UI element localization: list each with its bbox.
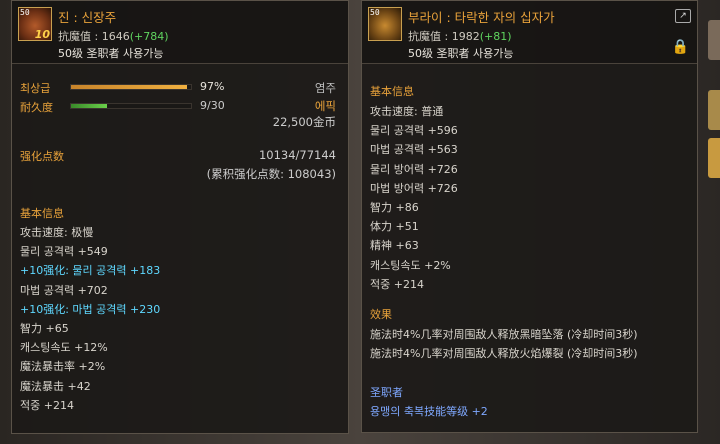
class-title: 圣职者 xyxy=(370,386,403,399)
stat-line: 마법 방어력 +726 xyxy=(370,181,458,195)
stat-line: 물리 공격력 +596 xyxy=(370,124,458,138)
stat-line: 적중 +214 xyxy=(370,277,424,291)
item-type: 염주 xyxy=(314,81,336,95)
resist-value: 抗魔值 : 1982(+81) xyxy=(408,30,512,43)
item-tooltip-right: 50 부라이 : 타락한 자의 십자가 抗魔值 : 1982(+81) 50级 … xyxy=(361,0,698,433)
item-name: 진 : 신장주 xyxy=(58,10,117,25)
effect-line: 施法时4%几率对周围敌人释放火焰爆裂 (冷却时间3秒) xyxy=(370,347,638,360)
stat-line: 智力 +86 xyxy=(370,201,419,214)
stat-line: +10强化: 마법 공격력 +230 xyxy=(20,302,161,316)
item-level: 50 xyxy=(370,8,380,17)
stat-line: 물리 공격력 +549 xyxy=(20,245,108,259)
class-skill: 용맹의 축복技能等级 +2 xyxy=(370,405,488,418)
stat-line: 攻击速度: 普通 xyxy=(370,105,444,118)
rarity: 에픽 xyxy=(314,99,336,113)
item-icon: 50 xyxy=(368,7,402,41)
item-tooltip-left: 50 10 진 : 신장주 抗魔值 : 1646(+784) 50级 圣职者 사… xyxy=(11,0,349,434)
basic-info-title: 基本信息 xyxy=(370,85,414,98)
side-tab-3[interactable] xyxy=(708,138,720,178)
tooltip-header: 50 10 진 : 신장주 抗魔值 : 1646(+784) 50级 圣职者 사… xyxy=(12,1,348,64)
enhance-level: 10 xyxy=(34,28,50,41)
stat-line: 魔法暴击 +42 xyxy=(20,379,91,393)
durability-bar xyxy=(70,103,192,109)
durability-fill xyxy=(71,104,107,108)
resist-value: 抗魔值 : 1646(+784) xyxy=(58,30,169,43)
enhance-label: 强化点数 xyxy=(20,150,64,163)
lock-icon[interactable]: 🔒 xyxy=(672,39,689,55)
item-icon: 50 10 xyxy=(18,7,52,41)
grade-value: 97% xyxy=(200,80,225,93)
stat-line: 캐스팅속도 +2% xyxy=(370,258,451,272)
stat-line: 精神 +63 xyxy=(370,239,419,253)
effect-line: 施法时4%几率对周围敌人释放黑暗坠落 (冷却时间3秒) xyxy=(370,328,638,341)
usable-class: 50级 圣职者 사용가능 xyxy=(408,47,514,60)
basic-info-title: 基本信息 xyxy=(20,207,64,220)
grade-label: 최상급 xyxy=(20,82,51,95)
side-tab-2[interactable] xyxy=(708,90,720,130)
usable-class: 50级 圣职者 사용가능 xyxy=(58,47,164,60)
durability-label: 耐久度 xyxy=(20,101,53,114)
share-icon[interactable]: ↗ xyxy=(675,9,691,23)
stat-line: 体力 +51 xyxy=(370,220,419,234)
effect-title: 效果 xyxy=(370,308,392,321)
grade-fill xyxy=(71,85,188,89)
stat-line: 물리 방어력 +726 xyxy=(370,162,458,176)
stat-line: 캐스팅속도 +12% xyxy=(20,341,108,355)
grade-bar xyxy=(70,84,192,90)
stat-line: 마법 공격력 +563 xyxy=(370,143,458,157)
side-tab-1[interactable] xyxy=(708,20,720,60)
stat-line: 마법 공격력 +702 xyxy=(20,283,108,297)
stat-line: 적중 +214 xyxy=(20,398,74,412)
durability-value: 9/30 xyxy=(200,99,225,112)
price: 22,500金币 xyxy=(272,115,336,129)
item-name: 부라이 : 타락한 자의 십자가 xyxy=(408,10,555,25)
enhance-value: 10134/77144 xyxy=(258,148,336,162)
enhance-total: (累积强化点数: 108043) xyxy=(206,167,336,181)
stat-line: 魔法暴击率 +2% xyxy=(20,360,106,374)
item-level: 50 xyxy=(20,8,30,17)
stat-line: 智力 +65 xyxy=(20,322,69,335)
stat-line: +10强化: 물리 공격력 +183 xyxy=(20,264,161,278)
tooltip-header: 50 부라이 : 타락한 자의 십자가 抗魔值 : 1982(+81) 50级 … xyxy=(362,1,697,64)
stat-line: 攻击速度: 极慢 xyxy=(20,226,94,239)
